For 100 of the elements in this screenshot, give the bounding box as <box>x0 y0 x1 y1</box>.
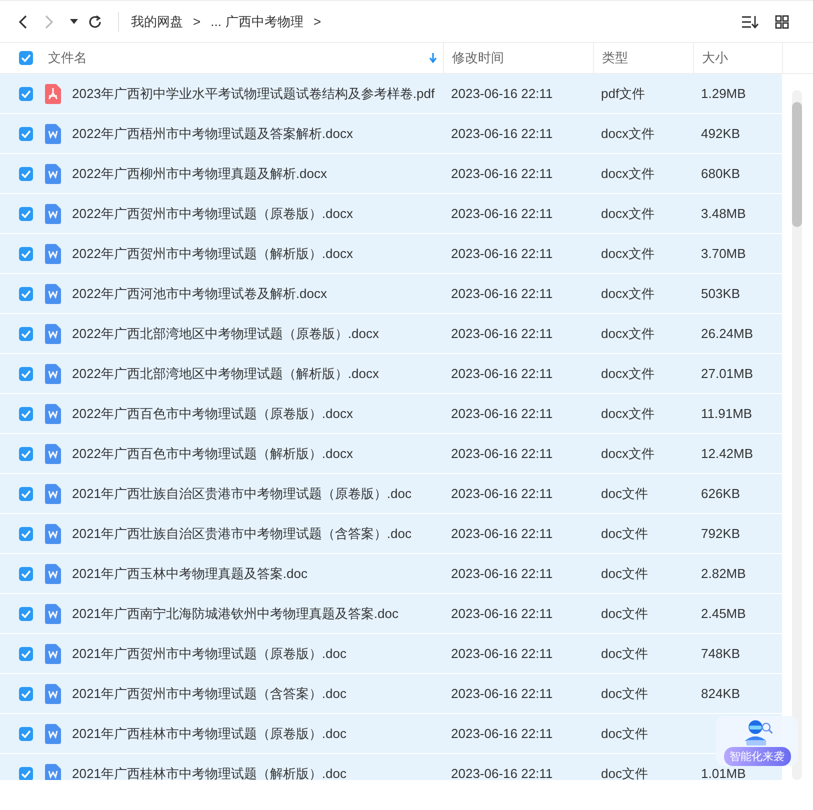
row-checkbox[interactable] <box>19 326 33 340</box>
file-row[interactable]: 2021年广西南宁北海防城港钦州中考物理真题及答案.doc 2023-06-16 22:11 doc文件 2.45MB <box>0 594 782 634</box>
row-checkbox[interactable] <box>19 486 33 500</box>
column-header[interactable]: 修改时间 <box>452 49 504 67</box>
row-checkbox[interactable] <box>19 606 33 620</box>
modified-time: 2023-06-16 22:11 <box>451 326 553 341</box>
modified-time: 2023-06-16 22:11 <box>451 526 553 541</box>
file-name: 2021年广西壮族自治区贵港市中考物理试题（含答案）.doc <box>72 524 412 542</box>
row-checkbox[interactable] <box>19 206 33 220</box>
row-checkbox[interactable] <box>19 166 33 180</box>
column-header[interactable]: 文件名 <box>48 49 87 67</box>
breadcrumb-separator: > <box>193 14 201 29</box>
file-row[interactable]: 2022年广西梧州市中考物理试题及答案解析.docx 2023-06-16 22:11 docx文件 492KB <box>0 114 782 154</box>
file-name: 2023年广西初中学业水平考试物理试题试卷结构及参考样卷.pdf <box>72 84 435 102</box>
row-checkbox[interactable] <box>19 366 33 380</box>
modified-time: 2023-06-16 22:11 <box>451 606 553 621</box>
modified-time: 2023-06-16 22:11 <box>451 726 553 741</box>
file-row[interactable]: 2022年广西贺州市中考物理试题（原卷版）.docx 2023-06-16 22:11 docx文件 3.48MB <box>0 194 782 234</box>
file-name: 2021年广西桂林市中考物理试题（解析版）.doc <box>72 764 346 780</box>
row-checkbox[interactable] <box>19 246 33 260</box>
file-type: doc文件 <box>601 726 648 740</box>
file-size: 1.29MB <box>701 86 746 101</box>
file-type: doc文件 <box>601 606 648 620</box>
select-all-checkbox[interactable] <box>19 51 33 65</box>
modified-time: 2023-06-16 22:11 <box>451 566 553 581</box>
file-type: doc文件 <box>601 486 648 500</box>
file-row[interactable]: 2022年广西百色市中考物理试题（原卷版）.docx 2023-06-16 22:11 docx文件 11.91MB <box>0 394 782 434</box>
file-name: 2022年广西梧州市中考物理试题及答案解析.docx <box>72 124 353 142</box>
file-size: 680KB <box>701 166 740 181</box>
file-name: 2021年广西贺州市中考物理试题（含答案）.doc <box>72 684 346 702</box>
caret-icon <box>70 18 78 24</box>
row-checkbox[interactable] <box>19 86 33 100</box>
file-row[interactable]: 2022年广西贺州市中考物理试题（解析版）.docx 2023-06-16 22:11 docx文件 3.70MB <box>0 234 782 274</box>
file-type: docx文件 <box>601 206 654 220</box>
file-size: 2.82MB <box>701 566 746 581</box>
row-checkbox[interactable] <box>19 126 33 140</box>
back-icon <box>18 14 28 28</box>
file-size: 2.45MB <box>701 606 746 621</box>
file-name: 2022年广西贺州市中考物理试题（原卷版）.docx <box>72 204 353 222</box>
breadcrumb-item[interactable]: 我的网盘 <box>129 12 185 30</box>
modified-time: 2023-06-16 22:11 <box>451 486 553 501</box>
grid-view-icon <box>775 14 789 28</box>
row-checkbox[interactable] <box>19 406 33 420</box>
file-row[interactable]: 2021年广西贺州市中考物理试题（原卷版）.doc 2023-06-16 22:11 doc文件 748KB <box>0 634 782 674</box>
file-row[interactable]: 2021年广西壮族自治区贵港市中考物理试题（含答案）.doc 2023-06-16 22:11 doc文件 792KB <box>0 514 782 554</box>
file-type: doc文件 <box>601 526 648 540</box>
file-name: 2022年广西北部湾地区中考物理试题（解析版）.docx <box>72 364 379 382</box>
file-size: 3.48MB <box>701 206 746 221</box>
file-size: 27.01MB <box>701 366 754 381</box>
file-size: 626KB <box>701 486 740 501</box>
file-name: 2021年广西南宁北海防城港钦州中考物理真题及答案.doc <box>72 604 398 622</box>
file-size: 1.01MB <box>701 766 746 780</box>
file-type: doc文件 <box>601 646 648 660</box>
file-row[interactable]: 2021年广西玉林中考物理真题及答案.doc 2023-06-16 22:11 doc文件 2.82MB <box>0 554 782 594</box>
file-name: 2022年广西柳州市中考物理真题及解析.docx <box>72 164 327 182</box>
file-row[interactable]: 2022年广西柳州市中考物理真题及解析.docx 2023-06-16 22:11 docx文件 680KB <box>0 154 782 194</box>
modified-time: 2023-06-16 22:11 <box>451 646 553 661</box>
file-type: doc文件 <box>601 566 648 580</box>
modified-time: 2023-06-16 22:11 <box>451 246 553 261</box>
file-name: 2021年广西贺州市中考物理试题（原卷版）.doc <box>72 644 346 662</box>
file-name: 2022年广西河池市中考物理试卷及解析.docx <box>72 284 327 302</box>
file-type: docx文件 <box>601 406 654 420</box>
file-size: 492KB <box>701 126 740 141</box>
file-name: 2022年广西贺州市中考物理试题（解析版）.docx <box>72 244 353 262</box>
file-size: 748KB <box>701 646 740 661</box>
row-checkbox[interactable] <box>19 446 33 460</box>
modified-time: 2023-06-16 22:11 <box>451 206 553 221</box>
row-checkbox[interactable] <box>19 566 33 580</box>
file-row[interactable]: 2021年广西贺州市中考物理试题（含答案）.doc 2023-06-16 22:11 doc文件 824KB <box>0 674 782 714</box>
file-row[interactable]: 2022年广西北部湾地区中考物理试题（原卷版）.docx 2023-06-16 22:11 docx文件 26.24MB <box>0 314 782 354</box>
file-row[interactable]: 2022年广西河池市中考物理试卷及解析.docx 2023-06-16 22:11 docx文件 503KB <box>0 274 782 314</box>
file-row[interactable]: 2023年广西初中学业水平考试物理试题试卷结构及参考样卷.pdf 2023-06-16 22:11 pdf文件 1.29MB <box>0 74 782 114</box>
file-size: 3.70MB <box>701 246 746 261</box>
scrollbar[interactable] <box>792 90 802 780</box>
file-type: docx文件 <box>601 326 654 340</box>
column-header[interactable]: 大小 <box>702 49 728 67</box>
file-type: docx文件 <box>601 246 654 260</box>
file-type: docx文件 <box>601 286 654 300</box>
breadcrumb-item[interactable]: ... <box>208 14 224 29</box>
row-checkbox[interactable] <box>19 726 33 740</box>
file-type: docx文件 <box>601 126 654 140</box>
row-checkbox[interactable] <box>19 286 33 300</box>
file-type: doc文件 <box>601 686 648 700</box>
file-name: 2021年广西玉林中考物理真题及答案.doc <box>72 564 308 582</box>
file-size: 12.42MB <box>701 446 754 461</box>
file-name: 2021年广西壮族自治区贵港市中考物理试题（原卷版）.doc <box>72 484 412 502</box>
breadcrumb-item[interactable]: 广西中考物理 <box>223 12 306 30</box>
file-row[interactable]: 2021年广西壮族自治区贵港市中考物理试题（原卷版）.doc 2023-06-16 22:11 doc文件 626KB <box>0 474 782 514</box>
modified-time: 2023-06-16 22:11 <box>451 86 553 101</box>
file-name: 2021年广西桂林市中考物理试题（原卷版）.doc <box>72 724 346 742</box>
file-row[interactable]: 2022年广西百色市中考物理试题（解析版）.docx 2023-06-16 22:11 docx文件 12.42MB <box>0 434 782 474</box>
row-checkbox[interactable] <box>19 766 33 780</box>
refresh-icon <box>88 14 102 28</box>
row-checkbox[interactable] <box>19 526 33 540</box>
column-header[interactable]: 类型 <box>602 49 628 67</box>
file-size: 824KB <box>701 686 740 701</box>
row-checkbox[interactable] <box>19 686 33 700</box>
file-row[interactable]: 2022年广西北部湾地区中考物理试题（解析版）.docx 2023-06-16 22:11 docx文件 27.01MB <box>0 354 782 394</box>
file-type: doc文件 <box>601 766 648 780</box>
row-checkbox[interactable] <box>19 646 33 660</box>
